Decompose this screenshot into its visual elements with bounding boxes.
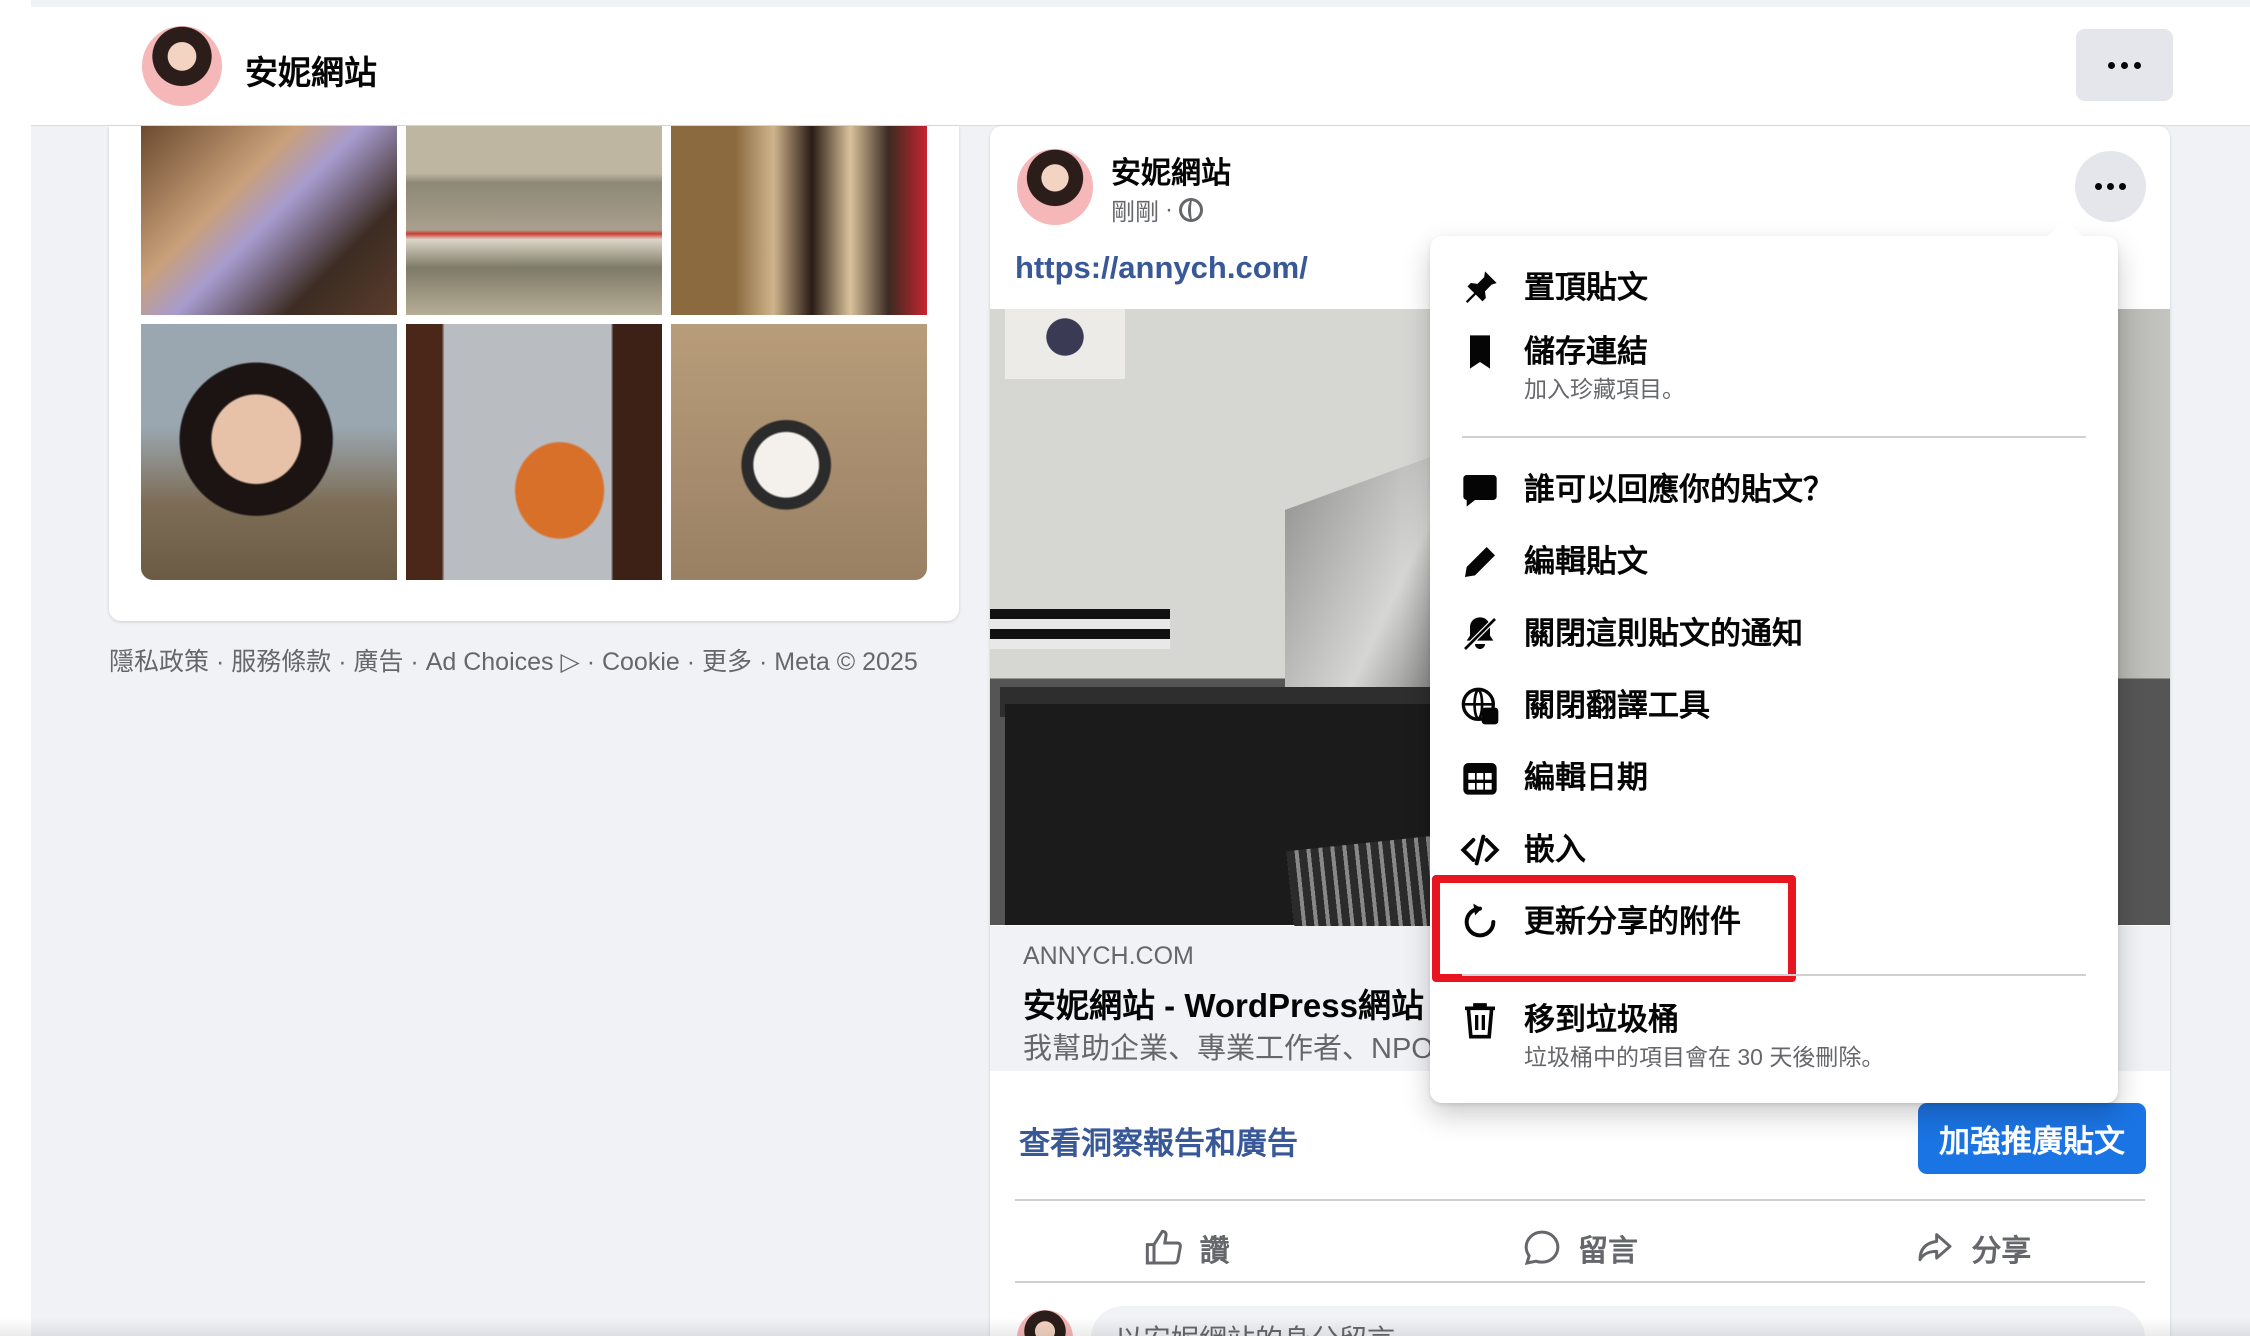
footer-link-terms[interactable]: 服務條款 <box>231 648 331 676</box>
footer-link-cookie[interactable]: Cookie <box>602 648 680 676</box>
like-label: 讚 <box>1199 1235 1230 1268</box>
more-dot-icon <box>2107 183 2114 190</box>
speech-bubble-icon <box>1458 468 1502 512</box>
image-shelf <box>990 609 1170 649</box>
share-label: 分享 <box>1971 1235 2032 1268</box>
post-link[interactable]: https://annych.com/ <box>1015 250 1308 286</box>
photo-thumbnail[interactable] <box>671 324 927 580</box>
more-dot-icon <box>2095 183 2102 190</box>
more-dot-icon <box>2108 61 2115 69</box>
more-dot-icon <box>2119 183 2126 190</box>
menu-item-edit-post[interactable]: 編輯貼文 <box>1458 540 2090 584</box>
menu-item-label: 誰可以回應你的貼文？ <box>1524 472 1834 507</box>
menu-item-embed[interactable]: 嵌入 <box>1458 828 2090 872</box>
menu-item-move-to-trash[interactable]: 移到垃圾桶 垃圾桶中的項目會在 30 天後刪除。 <box>1458 998 2090 1072</box>
code-icon <box>1458 828 1502 872</box>
share-arrow-icon <box>1918 1233 1952 1262</box>
menu-item-sublabel: 加入珍藏項目。 <box>1524 376 1685 402</box>
post-author-avatar[interactable] <box>1015 147 1095 227</box>
more-dot-icon <box>2121 61 2128 69</box>
menu-divider <box>1462 974 2086 976</box>
bottom-edge-shadow <box>0 1318 2250 1336</box>
comment-label: 留言 <box>1577 1235 1638 1268</box>
menu-item-label: 關閉翻譯工具 <box>1524 688 1710 723</box>
menu-item-label: 關閉這則貼文的通知 <box>1524 616 1803 651</box>
post-timestamp[interactable]: 剛剛 <box>1111 192 1159 227</box>
photos-card <box>109 126 959 621</box>
photo-thumbnail[interactable] <box>141 324 397 580</box>
bookmark-icon <box>1458 330 1502 374</box>
post-author-name[interactable]: 安妮網站 <box>1111 148 1231 192</box>
link-preview-title[interactable]: 安妮網站 - WordPress網站 <box>1023 979 1424 1027</box>
left-gutter <box>0 0 31 1336</box>
image-wall-art <box>1005 309 1125 379</box>
pin-icon <box>1458 266 1502 310</box>
globe-icon <box>1179 197 1203 222</box>
link-preview-domain: ANNYCH.COM <box>1023 942 1194 970</box>
adchoices-icon: ▷ <box>560 648 580 676</box>
page-name[interactable]: 安妮網站 <box>245 46 377 94</box>
menu-divider <box>1462 436 2086 438</box>
menu-item-label: 編輯貼文 <box>1524 544 1648 579</box>
menu-item-label: 編輯日期 <box>1524 760 1648 795</box>
boost-post-button[interactable]: 加強推廣貼文 <box>1918 1103 2146 1174</box>
footer-link-more[interactable]: 更多 <box>702 648 752 676</box>
menu-item-save-link[interactable]: 儲存連結 加入珍藏項目。 <box>1458 330 2090 404</box>
page-header-bar: 安妮網站 <box>31 7 2250 126</box>
menu-item-sublabel: 垃圾桶中的項目會在 30 天後刪除。 <box>1524 1044 1885 1070</box>
footer-copyright: Meta © 2025 <box>774 648 918 676</box>
post-meta: 剛剛 · <box>1111 192 1203 227</box>
photo-thumbnail[interactable] <box>406 126 662 315</box>
post-more-button[interactable] <box>2075 151 2146 222</box>
bell-off-icon <box>1458 612 1502 656</box>
menu-item-edit-date[interactable]: 編輯日期 <box>1458 756 2090 800</box>
footer-link-adchoices[interactable]: Ad Choices <box>426 648 554 676</box>
footer-link-ads[interactable]: 廣告 <box>353 648 403 676</box>
footer-link-privacy[interactable]: 隱私政策 <box>109 648 209 676</box>
menu-item-pin-post[interactable]: 置頂貼文 <box>1458 266 2090 310</box>
trash-icon <box>1458 998 1502 1042</box>
insights-link[interactable]: 查看洞察報告和廣告 <box>1019 1118 1298 1163</box>
menu-item-who-can-comment[interactable]: 誰可以回應你的貼文？ <box>1458 468 2090 512</box>
comment-icon <box>1524 1230 1560 1265</box>
photo-thumbnail[interactable] <box>406 324 662 580</box>
window-top-strip <box>0 0 2250 7</box>
photo-thumbnail[interactable] <box>671 126 927 315</box>
divider <box>1015 1281 2145 1283</box>
link-preview-description: 我幫助企業、專業工作者、NPO <box>1023 1033 1434 1065</box>
calendar-icon <box>1458 756 1502 800</box>
menu-item-turn-off-translations[interactable]: 關閉翻譯工具 <box>1458 684 2090 728</box>
thumbs-up-icon <box>1145 1229 1182 1265</box>
menu-item-label: 儲存連結 <box>1524 334 1648 369</box>
page-avatar[interactable] <box>140 24 224 108</box>
more-dot-icon <box>2134 61 2141 69</box>
menu-item-label: 嵌入 <box>1524 832 1586 867</box>
header-more-button[interactable] <box>2076 29 2173 101</box>
menu-item-label: 置頂貼文 <box>1524 270 1648 305</box>
menu-item-label: 移到垃圾桶 <box>1524 1002 1679 1037</box>
menu-item-turn-off-notifications[interactable]: 關閉這則貼文的通知 <box>1458 612 2090 656</box>
pencil-icon <box>1458 540 1502 584</box>
translate-globe-icon <box>1458 684 1502 728</box>
highlight-annotation-box <box>1432 875 1796 982</box>
footer-links: 隱私政策 · 服務條款 · 廣告 · Ad Choices ▷ · Cookie… <box>109 648 918 676</box>
post-options-menu: 置頂貼文 儲存連結 加入珍藏項目。 誰可以回應你的貼文？ 編輯貼文 關閉這則貼文… <box>1430 219 2118 1103</box>
photo-thumbnail[interactable] <box>141 126 397 315</box>
